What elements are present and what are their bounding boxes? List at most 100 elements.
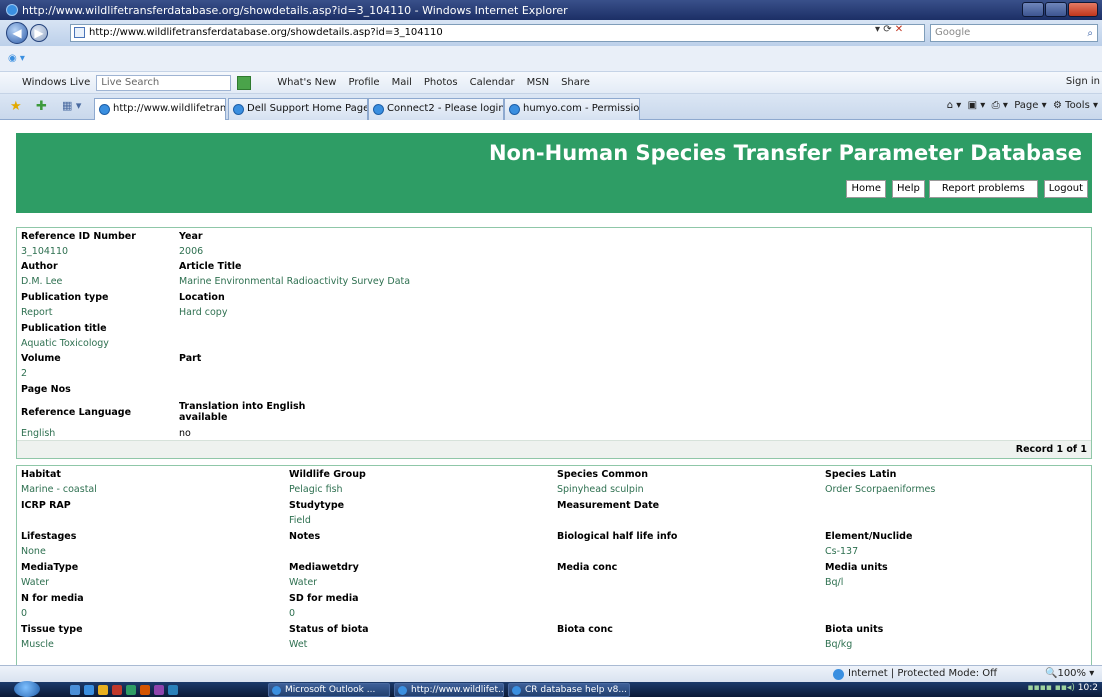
- n-media-value: 0: [21, 608, 28, 619]
- ie-page-icon: [99, 104, 110, 115]
- favorites-menu-icon[interactable]: ◉ ▾: [8, 53, 25, 64]
- live-search-go-icon[interactable]: [237, 75, 252, 90]
- year-value: 2006: [179, 246, 204, 257]
- year-label: Year: [179, 231, 203, 242]
- outlook-quicklaunch-icon[interactable]: [98, 685, 108, 695]
- pub-type-value: Report: [21, 307, 53, 318]
- language-value: English: [21, 428, 56, 439]
- status-value: Wet: [289, 639, 308, 650]
- security-zone[interactable]: Internet | Protected Mode: Off: [848, 668, 997, 679]
- pub-title-label: Publication title: [21, 323, 107, 334]
- url-input[interactable]: http://www.wildlifetransferdatabase.org/…: [70, 24, 925, 42]
- app5-quicklaunch-icon[interactable]: [168, 685, 178, 695]
- tab-dell-support[interactable]: Dell Support Home Page: [228, 98, 368, 120]
- element-value: Cs-137: [825, 546, 859, 557]
- address-controls[interactable]: ▾ ⟳ ✕: [875, 24, 903, 35]
- lifestages-label: Lifestages: [21, 531, 77, 542]
- app3-quicklaunch-icon[interactable]: [140, 685, 150, 695]
- species-latin-label: Species Latin: [825, 469, 897, 480]
- quick-tabs-icon[interactable]: ▦ ▾: [62, 99, 81, 112]
- element-label: Element/Nuclide: [825, 531, 913, 542]
- feeds-icon[interactable]: ▣ ▾: [968, 100, 986, 111]
- tab-label: http://www.wildlifetran...: [113, 103, 226, 114]
- tab-label: Connect2 - Please login be...: [387, 103, 504, 114]
- home-icon[interactable]: ⌂ ▾: [947, 100, 962, 111]
- tab-bar: ★ ✚ ▦ ▾ http://www.wildlifetran... X Del…: [0, 94, 1102, 120]
- search-input[interactable]: Google ⌕: [930, 24, 1098, 42]
- show-desktop-icon[interactable]: [70, 685, 80, 695]
- wl-link-share[interactable]: Share: [561, 77, 590, 88]
- part-label: Part: [179, 353, 202, 364]
- media-conc-label: Media conc: [557, 562, 618, 573]
- pub-type-label: Publication type: [21, 292, 109, 303]
- status-bar: Internet | Protected Mode: Off 🔍100% ▾: [0, 665, 1102, 682]
- tissue-label: Tissue type: [21, 624, 83, 635]
- page-menu[interactable]: Page ▾: [1014, 100, 1046, 111]
- wl-link-photos[interactable]: Photos: [424, 77, 458, 88]
- pub-title-value: Aquatic Toxicology: [21, 338, 109, 349]
- tray-icons[interactable]: ▪▪▪▪ ▪▪◂): [1027, 683, 1075, 693]
- search-icon[interactable]: ⌕: [1087, 26, 1093, 42]
- reference-panel: Reference ID Number Year 3_104110 2006 A…: [16, 227, 1092, 459]
- help-button[interactable]: Help: [892, 180, 925, 198]
- tab-label: Dell Support Home Page: [247, 103, 368, 114]
- window-controls: [1022, 2, 1098, 17]
- start-button[interactable]: [14, 681, 40, 697]
- ie-quicklaunch-icon[interactable]: [84, 685, 94, 695]
- internet-zone-icon: [833, 669, 844, 680]
- media-type-value: Water: [21, 577, 50, 588]
- tab-wildlife-database[interactable]: http://www.wildlifetran... X: [94, 98, 226, 120]
- minimize-button[interactable]: [1022, 2, 1044, 17]
- volume-value: 2: [21, 368, 28, 379]
- live-search-input[interactable]: Live Search: [96, 74, 232, 91]
- back-button[interactable]: ◀: [6, 22, 28, 44]
- location-label: Location: [179, 292, 225, 303]
- translation-value: no: [179, 428, 191, 439]
- half-life-label: Biological half life info: [557, 531, 678, 542]
- taskbar-outlook[interactable]: Microsoft Outlook ...: [268, 683, 390, 697]
- close-window-button[interactable]: [1068, 2, 1098, 17]
- volume-label: Volume: [21, 353, 61, 364]
- forward-button[interactable]: ▶: [30, 24, 48, 42]
- wl-link-calendar[interactable]: Calendar: [470, 77, 515, 88]
- ie-page-icon: [509, 104, 520, 115]
- ie-page-icon: [373, 104, 384, 115]
- status-label: Status of biota: [289, 624, 369, 635]
- add-favorite-icon[interactable]: ✚: [36, 99, 47, 114]
- sd-media-label: SD for media: [289, 593, 359, 604]
- print-icon[interactable]: ⎙ ▾: [992, 100, 1008, 111]
- icrp-label: ICRP RAP: [21, 500, 71, 511]
- report-problems-button[interactable]: Report problems: [928, 180, 1038, 198]
- mediawetdry-label: Mediawetdry: [289, 562, 359, 573]
- app2-quicklaunch-icon[interactable]: [126, 685, 136, 695]
- wildlife-group-value: Pelagic fish: [289, 484, 343, 495]
- favorites-star-icon[interactable]: ★: [10, 99, 22, 114]
- maximize-button[interactable]: [1045, 2, 1067, 17]
- windows-live-brand[interactable]: Windows Live: [22, 77, 90, 88]
- zoom-level[interactable]: 🔍100% ▾: [1045, 668, 1094, 679]
- taskbar-cr-help[interactable]: CR database help v8...: [508, 683, 630, 697]
- tab-connect2[interactable]: Connect2 - Please login be...: [368, 98, 504, 120]
- wl-link-profile[interactable]: Profile: [348, 77, 379, 88]
- details-panel: Habitat Wildlife Group Species Common Sp…: [16, 465, 1092, 665]
- logout-button[interactable]: Logout: [1043, 180, 1088, 198]
- taskbar: Microsoft Outlook ... http://www.wildlif…: [0, 681, 1102, 697]
- app-quicklaunch-icon[interactable]: [112, 685, 122, 695]
- wl-link-mail[interactable]: Mail: [392, 77, 412, 88]
- wl-link-whats-new[interactable]: What's New: [277, 77, 336, 88]
- wl-link-msn[interactable]: MSN: [527, 77, 549, 88]
- sign-in-link[interactable]: Sign in: [1066, 76, 1100, 87]
- article-title-value: Marine Environmental Radioactivity Surve…: [179, 276, 411, 287]
- window-title: http://www.wildlifetransferdatabase.org/…: [22, 3, 568, 17]
- ref-id-value: 3_104110: [21, 246, 69, 257]
- taskbar-ie[interactable]: http://www.wildlifet...: [394, 683, 504, 697]
- ie-page-icon: [233, 104, 244, 115]
- home-button[interactable]: Home: [846, 180, 887, 198]
- tab-humyo[interactable]: humyo.com - Permission ...: [504, 98, 640, 120]
- habitat-label: Habitat: [21, 469, 61, 480]
- media-units-value: Bq/l: [825, 577, 844, 588]
- tools-menu[interactable]: ⚙ Tools ▾: [1053, 100, 1098, 111]
- app4-quicklaunch-icon[interactable]: [154, 685, 164, 695]
- clock[interactable]: 10:2: [1078, 683, 1098, 693]
- article-title-label: Article Title: [179, 261, 242, 272]
